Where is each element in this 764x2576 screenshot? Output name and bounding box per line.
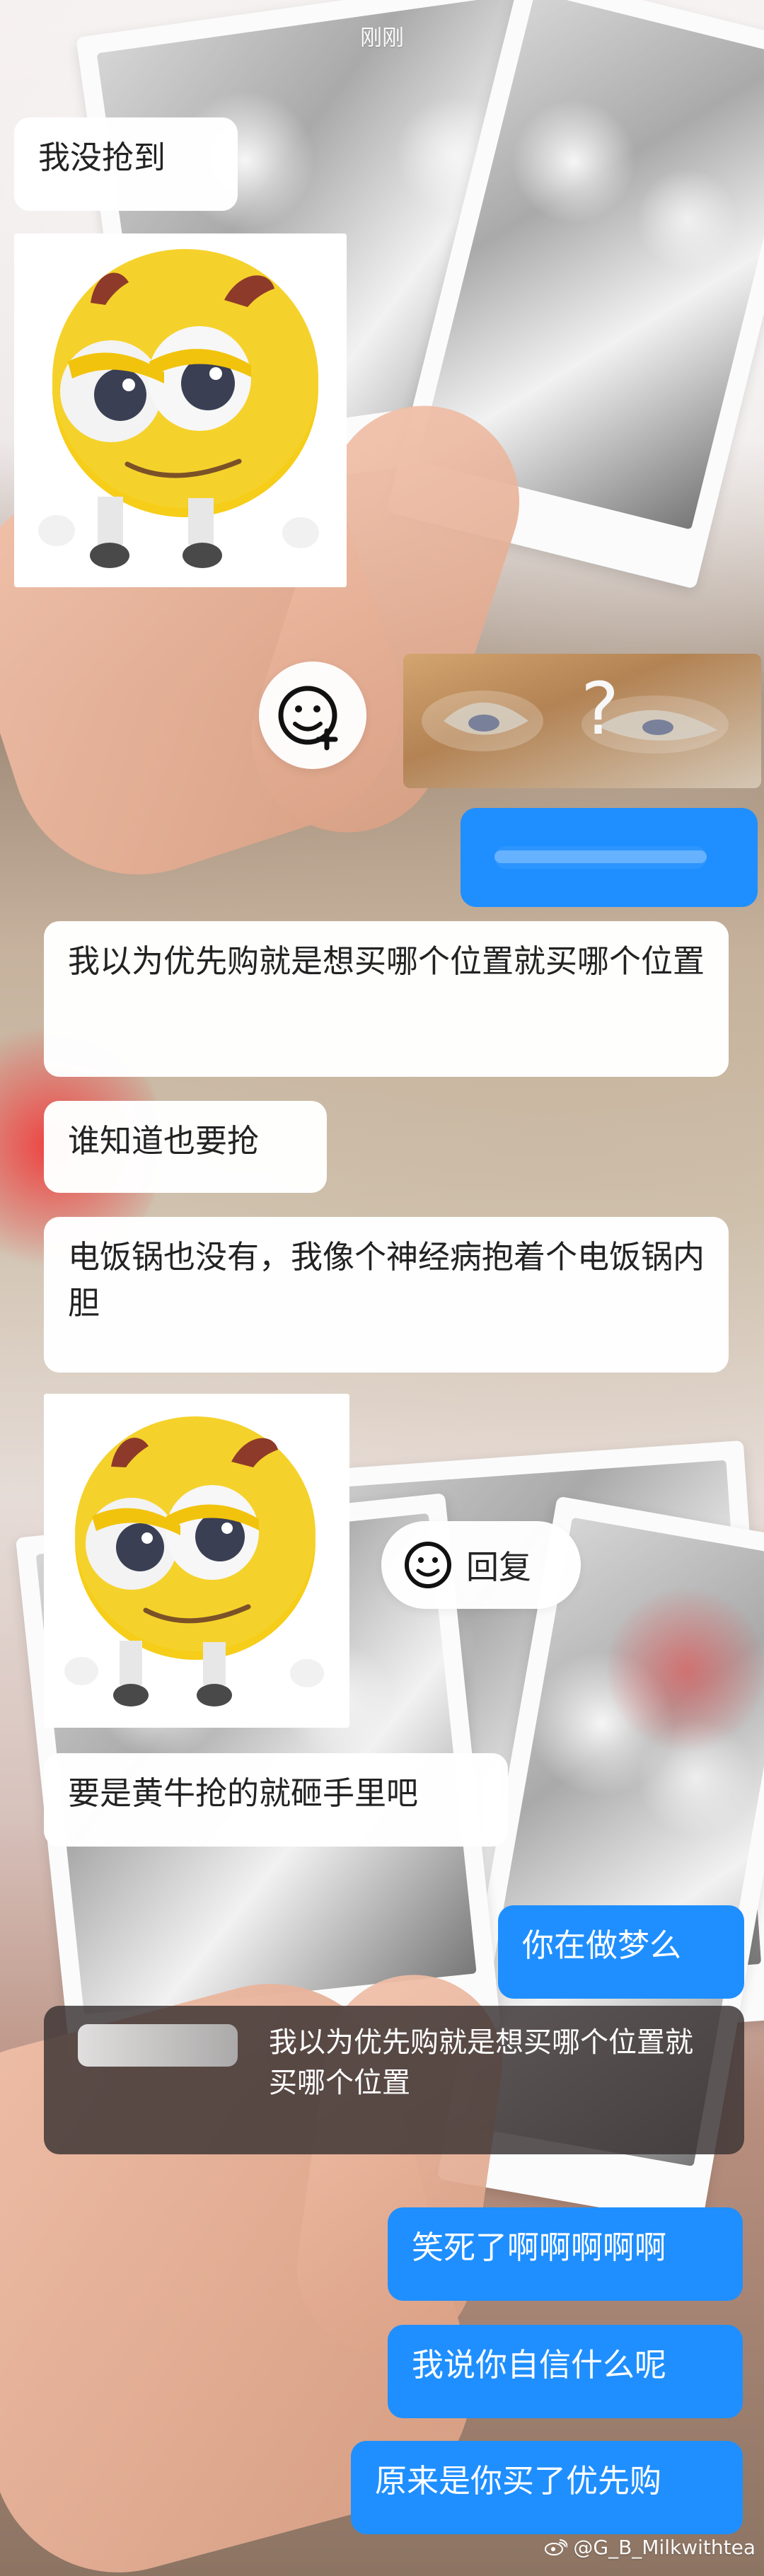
incoming-message-4: 电饭锅也没有，我像个神经病抱着个电饭锅内胆: [44, 1217, 729, 1373]
outgoing-message-1-text: 你在做梦么: [522, 1927, 682, 1964]
outgoing-blurred-message: [461, 808, 758, 907]
reply-button[interactable]: 回复: [381, 1521, 581, 1609]
question-mark-icon: ?: [581, 667, 619, 751]
reaction-image: ?: [403, 654, 761, 788]
emoji-sticker-1-art: [14, 233, 347, 587]
outgoing-message-4: 原来是你买了优先购: [351, 2441, 743, 2534]
add-emoji-icon: [278, 686, 338, 751]
outgoing-message-1: 你在做梦么: [498, 1905, 744, 1999]
incoming-message-1-text: 我没抢到: [38, 139, 166, 176]
outgoing-message-3: 我说你自信什么呢: [388, 2325, 743, 2418]
incoming-message-2-text: 我以为优先购就是想买哪个位置就买哪个位置: [68, 942, 705, 980]
incoming-message-2: 我以为优先购就是想买哪个位置就买哪个位置: [44, 921, 729, 1077]
incoming-message-3-text: 谁知道也要抢: [68, 1122, 260, 1160]
outgoing-message-2: 笑死了啊啊啊啊啊: [388, 2207, 743, 2301]
face-icon: [405, 1542, 451, 1588]
watermark-text: @G_B_Milkwithtea: [573, 2536, 756, 2559]
watermark: @G_B_Milkwithtea: [543, 2536, 756, 2559]
reply-label: 回复: [466, 1548, 531, 1586]
quoted-message: 我以为优先购就是想买哪个位置就买哪个位置: [44, 2006, 744, 2154]
emoji-sticker-2: [44, 1394, 349, 1728]
emoji-sticker-2-art: [44, 1394, 349, 1728]
incoming-message-1: 我没抢到: [14, 117, 238, 211]
outgoing-message-3-text: 我说你自信什么呢: [412, 2346, 667, 2384]
incoming-message-5: 要是黄牛抢的就砸手里吧: [44, 1753, 508, 1847]
background-red-blur-middle: [608, 1585, 764, 1755]
incoming-message-5-text: 要是黄牛抢的就砸手里吧: [68, 1774, 419, 1812]
weibo-icon: [545, 2539, 568, 2555]
add-emoji-button[interactable]: [259, 662, 366, 769]
background-photo-card-top-right: [386, 0, 764, 589]
incoming-message-4-text: 电饭锅也没有，我像个神经病抱着个电饭锅内胆: [68, 1238, 705, 1322]
emoji-sticker-1: [14, 233, 347, 587]
incoming-message-3: 谁知道也要抢: [44, 1101, 327, 1193]
outgoing-message-2-text: 笑死了啊啊啊啊啊: [412, 2229, 667, 2266]
chat-screenshot: 刚刚 我没抢到 ? 我以为优先购就是想买哪个位置就买哪个位置 谁知道也要抢 电饭…: [0, 0, 764, 2576]
timestamp: 刚刚: [360, 25, 404, 51]
quoted-message-text: 我以为优先购就是想买哪个位置就买哪个位置: [269, 2026, 693, 2099]
blurred-content-mask: [494, 846, 707, 869]
incoming-image-snippet: ?: [403, 654, 761, 788]
svg-text:?: ?: [581, 667, 619, 751]
outgoing-message-4-text: 原来是你买了优先购: [375, 2462, 662, 2500]
